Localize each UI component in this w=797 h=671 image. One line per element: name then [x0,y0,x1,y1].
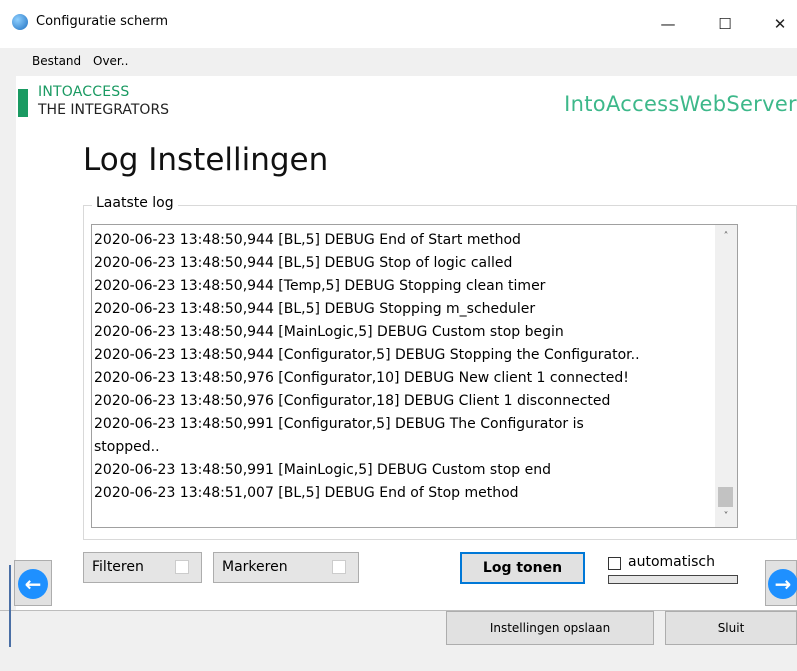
scroll-down-icon[interactable]: ˅ [715,507,737,525]
left-accent-line [9,565,11,647]
arrow-left-icon: ← [18,569,48,599]
menu-bar: Bestand Over.. [0,48,797,76]
log-scrollbar[interactable]: ˄ ˅ [715,225,737,527]
log-line: 2020-06-23 13:48:50,991 [Configurator,5]… [94,416,584,432]
log-line: 2020-06-23 13:48:50,944 [BL,5] DEBUG Sto… [94,301,536,317]
window-title: Configuratie scherm [36,14,169,29]
save-settings-button[interactable]: Instellingen opslaan [446,611,654,645]
filter-label: Filteren [92,559,144,575]
log-line: 2020-06-23 13:48:50,944 [BL,5] DEBUG End… [94,232,521,248]
log-line: 2020-06-23 13:48:50,991 [MainLogic,5] DE… [94,462,551,478]
close-window-button[interactable]: ✕ [757,8,797,40]
next-page-button[interactable]: → [765,560,797,606]
log-textbox[interactable]: 2020-06-23 13:48:50,944 [BL,5] DEBUG End… [91,224,738,528]
brand-name: INTOACCESS [38,84,130,100]
log-line: 2020-06-23 13:48:50,944 [BL,5] DEBUG Sto… [94,255,513,271]
title-bar: Configuratie scherm — ☐ ✕ [0,0,797,48]
server-name: IntoAccessWebServer [564,92,797,116]
page-title: Log Instellingen [83,142,329,178]
log-line: 2020-06-23 13:48:50,976 [Configurator,10… [94,370,629,386]
app-globe-icon [12,14,28,30]
menu-over[interactable]: Over.. [93,54,128,68]
minimize-button[interactable]: — [645,8,691,40]
filter-checkbox[interactable] [175,560,189,574]
brand-logo-mark [18,89,28,117]
previous-page-button[interactable]: ← [14,560,52,606]
scroll-up-icon[interactable]: ˄ [715,227,737,245]
log-text: 2020-06-23 13:48:50,944 [BL,5] DEBUG End… [94,229,706,505]
menu-bestand[interactable]: Bestand [32,54,81,68]
log-line: stopped.. [94,439,160,455]
log-line: 2020-06-23 13:48:50,944 [Temp,5] DEBUG S… [94,278,546,294]
log-line: 2020-06-23 13:48:51,007 [BL,5] DEBUG End… [94,485,519,501]
auto-checkbox[interactable] [608,557,621,570]
maximize-button[interactable]: ☐ [702,8,748,40]
auto-label[interactable]: automatisch [628,554,715,570]
mark-checkbox[interactable] [332,560,346,574]
log-line: 2020-06-23 13:48:50,944 [MainLogic,5] DE… [94,324,564,340]
close-button[interactable]: Sluit [665,611,797,645]
scroll-thumb[interactable] [718,487,733,507]
log-group-label: Laatste log [92,195,178,211]
log-line: 2020-06-23 13:48:50,976 [Configurator,18… [94,393,611,409]
log-line: 2020-06-23 13:48:50,944 [Configurator,5]… [94,347,640,363]
filter-toggle[interactable]: Filteren [83,552,202,583]
brand-tagline: THE INTEGRATORS [38,102,170,118]
show-log-button[interactable]: Log tonen [460,552,585,584]
arrow-right-icon: → [768,569,797,599]
mark-label: Markeren [222,559,288,575]
progress-bar [608,575,738,584]
mark-toggle[interactable]: Markeren [213,552,359,583]
